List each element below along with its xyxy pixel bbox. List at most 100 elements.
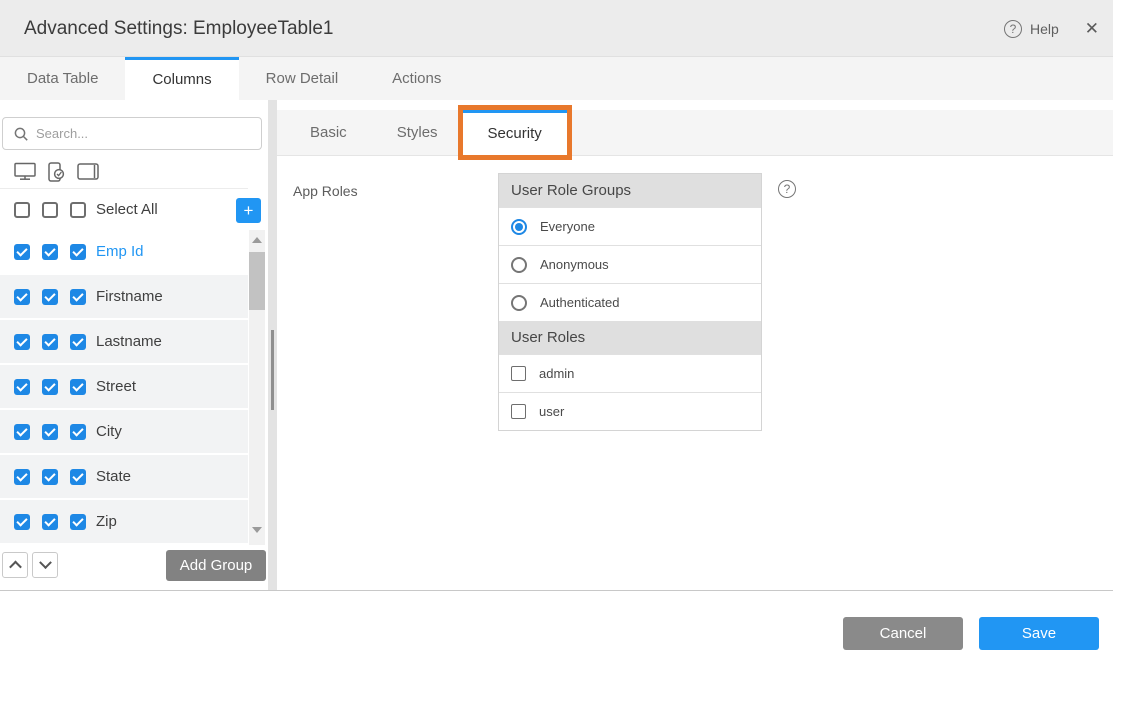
desktop-visibility-checkbox[interactable]	[14, 334, 30, 350]
column-row[interactable]: State	[0, 455, 248, 498]
column-row[interactable]: Emp Id	[0, 230, 248, 273]
tablet-visibility-checkbox[interactable]	[70, 469, 86, 485]
role-group-radio[interactable]	[511, 219, 527, 235]
desktop-visibility-checkbox[interactable]	[14, 514, 30, 530]
column-name[interactable]: Street	[96, 378, 136, 395]
tablet-visibility-checkbox[interactable]	[70, 289, 86, 305]
mobile-visibility-checkbox[interactable]	[42, 424, 58, 440]
titlebar-actions: ? Help ✕	[1004, 0, 1099, 57]
save-button[interactable]: Save	[979, 617, 1099, 650]
user-role-groups-header: User Role Groups	[499, 174, 761, 207]
app-roles-label: App Roles	[293, 173, 498, 199]
main-tabbar: Data TableColumnsRow DetailActions	[0, 57, 1113, 100]
help-label[interactable]: Help	[1030, 21, 1059, 37]
column-name[interactable]: Zip	[96, 513, 117, 530]
column-name[interactable]: Emp Id	[96, 243, 144, 260]
main-tab[interactable]: Data Table	[0, 57, 125, 100]
select-all-mobile-checkbox[interactable]	[42, 202, 58, 218]
search-input[interactable]	[36, 126, 236, 141]
mobile-visibility-checkbox[interactable]	[42, 334, 58, 350]
column-subtab[interactable]: Basic	[285, 110, 372, 155]
help-icon[interactable]: ?	[1004, 20, 1022, 38]
user-roles-header: User Roles	[499, 321, 761, 354]
advanced-settings-dialog: Advanced Settings: EmployeeTable1 ? Help…	[0, 0, 1148, 717]
scrollbar-thumb[interactable]	[249, 252, 265, 310]
main-tab[interactable]: Actions	[365, 57, 468, 100]
user-role-checkbox[interactable]	[511, 366, 526, 381]
tablet-icon	[77, 163, 99, 180]
user-role-group-options: Everyone Anonymous Authenticated	[499, 207, 761, 321]
column-settings-panel: BasicStylesSecurity App Roles User Role …	[277, 100, 1113, 590]
column-name[interactable]: State	[96, 468, 131, 485]
select-all-label: Select All	[96, 201, 158, 218]
role-group-option[interactable]: Anonymous	[499, 245, 761, 283]
tablet-visibility-checkbox[interactable]	[70, 334, 86, 350]
main-tab[interactable]: Row Detail	[239, 57, 366, 100]
desktop-visibility-checkbox[interactable]	[14, 469, 30, 485]
mobile-visibility-checkbox[interactable]	[42, 514, 58, 530]
column-subtab[interactable]: Styles	[372, 110, 463, 155]
column-subtabs: BasicStylesSecurity	[277, 110, 1113, 156]
user-role-option[interactable]: user	[499, 392, 761, 430]
dialog-content: Select All + Emp Id Firstname Lastname S…	[0, 100, 1113, 591]
panel-divider	[268, 100, 277, 590]
mobile-toggle[interactable]	[48, 162, 65, 182]
column-row[interactable]: City	[0, 410, 248, 453]
desktop-visibility-checkbox[interactable]	[14, 379, 30, 395]
role-group-option[interactable]: Everyone	[499, 207, 761, 245]
dialog-titlebar: Advanced Settings: EmployeeTable1 ? Help…	[0, 0, 1113, 57]
chevron-up-icon	[9, 560, 22, 573]
column-row[interactable]: Lastname	[0, 320, 248, 363]
column-subtab[interactable]: Security	[463, 110, 567, 155]
search-box	[2, 117, 262, 150]
mobile-visibility-checkbox[interactable]	[42, 244, 58, 260]
role-group-radio[interactable]	[511, 295, 527, 311]
app-roles-field: App Roles User Role Groups Everyone Anon…	[293, 173, 796, 431]
desktop-visibility-checkbox[interactable]	[14, 424, 30, 440]
desktop-icon	[14, 162, 36, 181]
mobile-icon	[48, 162, 65, 182]
search-icon	[14, 127, 28, 141]
select-all-desktop-checkbox[interactable]	[14, 202, 30, 218]
user-role-checkbox[interactable]	[511, 404, 526, 419]
column-name[interactable]: Lastname	[96, 333, 162, 350]
close-icon[interactable]: ✕	[1085, 19, 1099, 39]
mobile-visibility-checkbox[interactable]	[42, 469, 58, 485]
roles-panel: User Role Groups Everyone Anonymous Auth…	[498, 173, 762, 431]
column-list-scrollbar[interactable]	[249, 230, 265, 545]
role-group-radio[interactable]	[511, 257, 527, 273]
user-role-option[interactable]: admin	[499, 354, 761, 392]
desktop-visibility-checkbox[interactable]	[14, 244, 30, 260]
tablet-visibility-checkbox[interactable]	[70, 424, 86, 440]
select-all-row: Select All +	[0, 189, 248, 231]
column-row[interactable]: Street	[0, 365, 248, 408]
move-column-down-button[interactable]	[32, 552, 58, 578]
cancel-button[interactable]: Cancel	[843, 617, 963, 650]
column-name[interactable]: City	[96, 423, 122, 440]
main-tab[interactable]: Columns	[125, 57, 238, 100]
move-column-up-button[interactable]	[2, 552, 28, 578]
tablet-visibility-checkbox[interactable]	[70, 244, 86, 260]
tablet-visibility-checkbox[interactable]	[70, 514, 86, 530]
dialog-title: Advanced Settings: EmployeeTable1	[24, 0, 333, 57]
add-group-button[interactable]: Add Group	[166, 550, 266, 581]
column-list: Emp Id Firstname Lastname Street City St…	[0, 230, 248, 545]
tablet-toggle[interactable]	[77, 163, 99, 180]
role-group-option[interactable]: Authenticated	[499, 283, 761, 321]
mobile-visibility-checkbox[interactable]	[42, 289, 58, 305]
column-name[interactable]: Firstname	[96, 288, 163, 305]
desktop-toggle[interactable]	[14, 162, 36, 181]
app-roles-help-icon[interactable]: ?	[778, 180, 796, 198]
tablet-visibility-checkbox[interactable]	[70, 379, 86, 395]
desktop-visibility-checkbox[interactable]	[14, 289, 30, 305]
columns-sidebar: Select All + Emp Id Firstname Lastname S…	[0, 100, 265, 590]
scroll-down-arrow[interactable]	[252, 527, 262, 533]
mobile-visibility-checkbox[interactable]	[42, 379, 58, 395]
select-all-tablet-checkbox[interactable]	[70, 202, 86, 218]
column-row[interactable]: Firstname	[0, 275, 248, 318]
divider-drag-handle[interactable]	[271, 330, 274, 410]
sidebar-footer: Add Group	[0, 548, 266, 590]
scroll-up-arrow[interactable]	[252, 237, 262, 243]
column-row[interactable]: Zip	[0, 500, 248, 543]
add-column-button[interactable]: +	[236, 198, 261, 223]
